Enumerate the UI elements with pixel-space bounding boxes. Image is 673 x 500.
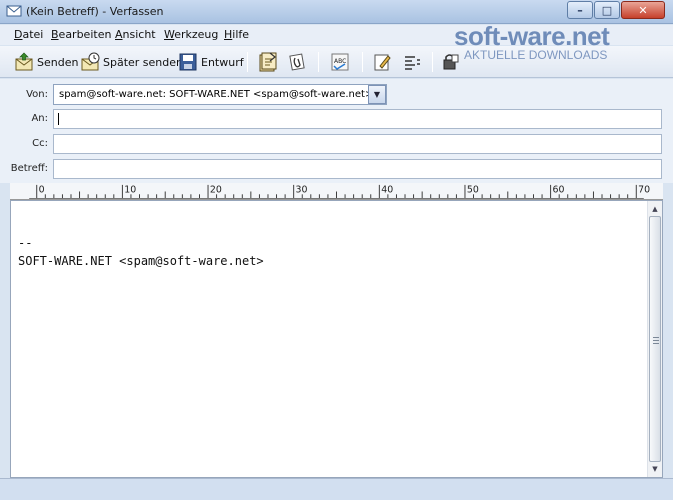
- attachment-icon: [289, 53, 305, 71]
- address-book-button[interactable]: [256, 50, 280, 74]
- compose-window-icon: [6, 5, 22, 17]
- spellcheck-icon: ABC: [331, 53, 349, 71]
- draft-label: Entwurf: [201, 55, 244, 69]
- draft-button[interactable]: Entwurf: [178, 50, 244, 74]
- send-button[interactable]: Senden: [14, 50, 78, 74]
- to-label: An:: [31, 113, 48, 124]
- spellcheck-button[interactable]: ABC: [330, 50, 350, 74]
- cc-label: Cc:: [32, 138, 48, 149]
- maximize-button[interactable]: □: [594, 1, 620, 19]
- send-label: Senden: [37, 55, 79, 69]
- attach-button[interactable]: [287, 50, 307, 74]
- send-later-button[interactable]: Später senden: [80, 50, 183, 74]
- address-book-icon: [259, 52, 277, 72]
- from-select[interactable]: spam@soft-ware.net: SOFT-WARE.NET <spam@…: [53, 84, 387, 105]
- scroll-thumb[interactable]: [649, 216, 661, 462]
- format-lines-icon: [405, 56, 420, 70]
- close-button[interactable]: ✕: [621, 1, 665, 19]
- close-icon: ✕: [638, 3, 648, 17]
- from-dropdown-button[interactable]: ▼: [368, 85, 386, 104]
- ruler-tick-label: 30: [296, 184, 308, 195]
- to-field[interactable]: [53, 109, 662, 129]
- floppy-disk-icon: [179, 53, 197, 71]
- ruler-tick-label: 20: [210, 184, 222, 195]
- ruler-tick-label: 0: [39, 184, 45, 195]
- maximize-icon: □: [601, 3, 613, 17]
- edit-button[interactable]: [372, 50, 392, 74]
- ruler: 0 10 20 30 40 50 60 70: [10, 183, 663, 200]
- watermark-logo: soft-ware.net AKTUELLE DOWNLOADS: [454, 21, 610, 62]
- window-title: (Kein Betreff) - Verfassen: [26, 5, 164, 18]
- ruler-tick-label: 50: [467, 184, 479, 195]
- vertical-scrollbar[interactable]: ▲ ▼: [647, 201, 662, 477]
- message-body[interactable]: -- SOFT-WARE.NET <spam@soft-ware.net> ▲ …: [10, 200, 663, 478]
- signature-text: -- SOFT-WARE.NET <spam@soft-ware.net>: [18, 234, 264, 270]
- message-header: Von: spam@soft-ware.net: SOFT-WARE.NET <…: [0, 79, 673, 183]
- subject-field[interactable]: [53, 159, 662, 179]
- subject-label: Betreff:: [10, 163, 48, 174]
- cc-field[interactable]: [53, 134, 662, 154]
- scroll-up-icon[interactable]: ▲: [648, 202, 662, 216]
- scroll-down-icon[interactable]: ▼: [648, 462, 662, 476]
- ruler-tick-label: 40: [381, 184, 393, 195]
- menu-werkzeug[interactable]: Werkzeug: [164, 28, 218, 41]
- status-bar: [0, 478, 673, 500]
- send-icon: [15, 52, 33, 71]
- menu-ansicht[interactable]: Ansicht: [115, 28, 156, 41]
- menu-datei[interactable]: Datei: [14, 28, 43, 41]
- chevron-down-icon: ▼: [373, 90, 381, 99]
- ruler-tick-label: 10: [124, 184, 136, 195]
- send-later-label: Später senden: [103, 55, 183, 69]
- signature-line: SOFT-WARE.NET <spam@soft-ware.net>: [18, 254, 264, 268]
- format-button[interactable]: [402, 50, 422, 74]
- pencil-icon: [374, 54, 391, 71]
- from-label: Von:: [26, 89, 48, 100]
- menu-hilfe[interactable]: Hilfe: [224, 28, 249, 41]
- send-later-icon: [81, 52, 100, 71]
- ruler-tick-label: 70: [638, 184, 650, 195]
- minimize-button[interactable]: –: [567, 1, 593, 19]
- minimize-icon: –: [577, 3, 583, 17]
- menu-bearbeiten[interactable]: Bearbeiten: [51, 28, 111, 41]
- signature-separator: --: [18, 236, 33, 250]
- ruler-tick-label: 60: [553, 184, 565, 195]
